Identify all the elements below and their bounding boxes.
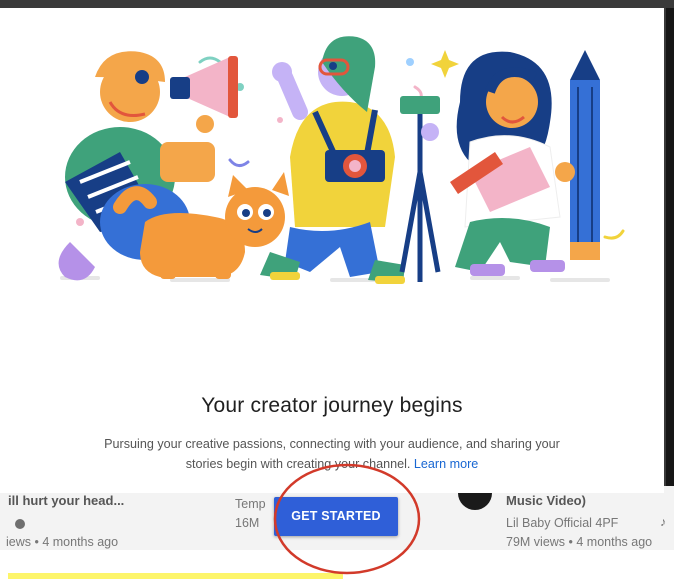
highlight-bar xyxy=(8,573,343,579)
background-video-title-mid[interactable]: Temp xyxy=(235,497,266,511)
learn-more-link[interactable]: Learn more xyxy=(414,457,478,471)
creators-illustration xyxy=(58,36,625,284)
ground-lines xyxy=(60,276,610,282)
camera-person xyxy=(260,36,441,284)
get-started-button[interactable]: GET STARTED xyxy=(274,497,398,536)
background-video-meta-right: 79M views • 4 months ago xyxy=(506,535,653,549)
verified-icon xyxy=(15,519,25,529)
creator-journey-dialog: Your creator journey begins Pursuing you… xyxy=(0,8,664,493)
background-channel-name[interactable]: Lil Baby Official 4PF xyxy=(506,516,618,530)
background-edge xyxy=(666,8,674,508)
screen: ill hurt your head... iews • 4 months ag… xyxy=(0,0,674,582)
sparkle-icon xyxy=(431,50,459,78)
description-line-2: stories begin with creating your channel… xyxy=(185,457,411,471)
background-video-title-left[interactable]: ill hurt your head... xyxy=(8,493,124,508)
background-video-title-right[interactable]: Music Video) xyxy=(506,493,586,508)
background-video-meta-mid: 16M xyxy=(235,516,260,530)
dialog-title: Your creator journey begins xyxy=(201,394,463,417)
music-note-icon: ♪ xyxy=(660,515,667,529)
pencil-person xyxy=(450,50,600,276)
pencil-icon xyxy=(570,50,600,260)
dialog-description: Pursuing your creative passions, connect… xyxy=(72,434,592,474)
description-line-1: Pursuing your creative passions, connect… xyxy=(104,437,560,451)
background-video-meta-left: iews • 4 months ago xyxy=(6,535,119,549)
